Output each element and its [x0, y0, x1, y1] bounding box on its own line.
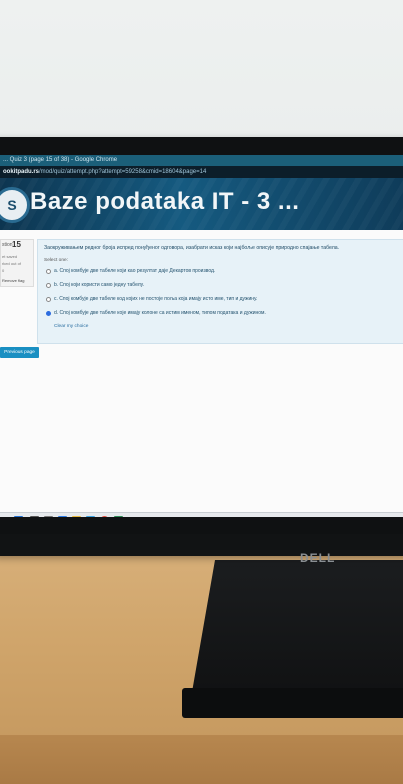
file-explorer-icon[interactable] [72, 516, 81, 517]
select-one-label: Select one: [44, 258, 69, 263]
screen: ... Quiz 3 (page 15 of 38) - Google Chro… [0, 155, 403, 517]
question-label: stion [2, 242, 13, 248]
question-status: et saved [2, 254, 18, 259]
chrome-icon[interactable] [100, 516, 109, 517]
clear-choice-link[interactable]: Clear my choice [54, 324, 88, 329]
question-info-box: stion 15 et saved rked out of 0 Remove f… [0, 239, 34, 287]
radio-button[interactable] [46, 282, 51, 288]
task-view-icon[interactable] [44, 516, 53, 517]
search-icon[interactable] [30, 516, 39, 517]
answer-option-label: c. Спој комбује две табеле код којих не … [54, 296, 258, 302]
answer-option-c[interactable]: c. Спој комбује две табеле код којих не … [46, 296, 257, 302]
dell-logo: DELL [300, 551, 336, 565]
logo-glyph: S [7, 197, 17, 213]
answer-option-label: d. Спој комбује две табеле које имају ко… [54, 310, 266, 316]
app-icon[interactable] [114, 516, 123, 517]
course-title: Baze podataka IT - 3 ... [30, 188, 300, 215]
url-path: /mod/quiz/attempt.php?attempt=59258&cmid… [39, 169, 207, 175]
question-box: Заокруживањем редног броја испред понуђе… [37, 239, 403, 344]
previous-page-button[interactable]: Previous page [0, 347, 39, 358]
answer-option-a[interactable]: a. Спој комбује две табеле који као резу… [46, 268, 215, 274]
address-bar[interactable]: ookitpadu.rs/mod/quiz/attempt.php?attemp… [0, 166, 403, 178]
question-number: 15 [12, 240, 21, 249]
remove-flag-link[interactable]: Remove flag [2, 278, 24, 283]
url-host: ookitpadu.rs [3, 169, 40, 175]
monitor-stand-base [182, 688, 403, 718]
windows-taskbar [0, 512, 403, 517]
question-mark-value: 0 [2, 268, 5, 273]
edge-icon[interactable] [58, 516, 67, 517]
answer-option-d[interactable]: d. Спој комбује две табеле које имају ко… [46, 310, 266, 316]
answer-option-b[interactable]: b. Спој који користи само једну табелу. [46, 282, 144, 288]
course-banner: S Baze podataka IT - 3 ... [0, 178, 403, 230]
question-mark: rked out of [2, 261, 21, 266]
monitor-bezel [0, 534, 403, 556]
answer-option-label: b. Спој који користи само једну табелу. [54, 282, 145, 288]
answer-option-label: a. Спој комбује две табеле који као резу… [54, 268, 216, 274]
desk-edge [0, 735, 403, 784]
question-prompt: Заокруживањем редног броја испред понуђе… [44, 245, 340, 251]
browser-title-bar: ... Quiz 3 (page 15 of 38) - Google Chro… [0, 155, 403, 166]
radio-button[interactable] [46, 268, 51, 274]
radio-button-selected[interactable] [46, 310, 51, 316]
radio-button[interactable] [46, 296, 51, 302]
windows-start-icon[interactable] [14, 516, 23, 517]
store-icon[interactable] [86, 516, 95, 517]
